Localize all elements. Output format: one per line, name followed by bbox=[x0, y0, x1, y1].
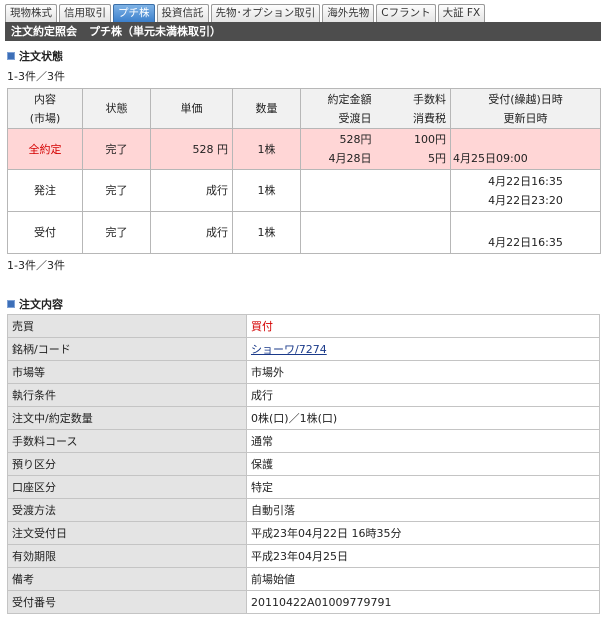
field-label: 備考 bbox=[7, 567, 247, 591]
field-value: 成行 bbox=[246, 383, 600, 407]
field-value: 平成23年04月22日 16時35分 bbox=[246, 521, 600, 545]
row-state: 完了 bbox=[82, 169, 151, 212]
tab-futures-options[interactable]: 先物･オプション取引 bbox=[210, 4, 321, 22]
field-label: 売買 bbox=[7, 314, 247, 338]
stock-link[interactable]: ショーワ/7274 bbox=[251, 343, 327, 356]
status-heading: 注文状態 bbox=[7, 48, 63, 64]
detail-row: 口座区分 特定 bbox=[7, 475, 600, 499]
row-amount-fee bbox=[300, 169, 451, 212]
detail-row: 注文中/約定数量 0株(口)／1株(口) bbox=[7, 406, 600, 430]
table-row: 発注 完了 成行 1株 4月22日16:35 4月22日23:20 bbox=[7, 169, 601, 212]
field-label: 注文中/約定数量 bbox=[7, 406, 247, 430]
tab-genbutsu[interactable]: 現物株式 bbox=[5, 4, 57, 22]
row-amount-fee: 528円 4月28日 100円 5円 bbox=[300, 128, 451, 170]
field-value: 自動引落 bbox=[246, 498, 600, 522]
header-price: 単価 bbox=[150, 88, 233, 129]
field-label: 口座区分 bbox=[7, 475, 247, 499]
header-datetime: 受付(繰越)日時 更新日時 bbox=[450, 88, 601, 129]
header-amount-fee: 約定金額 受渡日 手数料 消費税 bbox=[300, 88, 451, 129]
detail-row: 預り区分 保護 bbox=[7, 452, 600, 476]
field-label: 注文受付日 bbox=[7, 521, 247, 545]
order-heading: 注文内容 bbox=[7, 296, 63, 312]
square-bullet-icon bbox=[7, 52, 15, 60]
row-amount-fee bbox=[300, 211, 451, 254]
header-content: 内容 (市場) bbox=[7, 88, 83, 129]
field-value: 通常 bbox=[246, 429, 600, 453]
row-qty: 1株 bbox=[232, 128, 301, 170]
detail-row: 備考 前場始値 bbox=[7, 567, 600, 591]
order-heading-label: 注文内容 bbox=[19, 298, 63, 311]
detail-row: 市場等 市場外 bbox=[7, 360, 600, 384]
detail-row: 執行条件 成行 bbox=[7, 383, 600, 407]
field-label: 受付番号 bbox=[7, 590, 247, 614]
order-detail-table: 売買 買付 銘柄/コード ショーワ/7274 市場等 市場外 執行条件 成行 注文中/約… bbox=[7, 314, 600, 614]
detail-row: 売買 買付 bbox=[7, 314, 600, 338]
row-content: 発注 bbox=[7, 169, 83, 212]
header-state: 状態 bbox=[82, 88, 151, 129]
field-label: 預り区分 bbox=[7, 452, 247, 476]
status-count-top: 1-3件／3件 bbox=[7, 70, 65, 83]
field-value: 20110422A01009779791 bbox=[246, 590, 600, 614]
header-qty: 数量 bbox=[232, 88, 301, 129]
field-value: 特定 bbox=[246, 475, 600, 499]
row-qty: 1株 bbox=[232, 211, 301, 254]
field-label: 有効期限 bbox=[7, 544, 247, 568]
row-price: 528 円 bbox=[150, 128, 233, 170]
detail-row: 受付番号 20110422A01009779791 bbox=[7, 590, 600, 614]
row-price: 成行 bbox=[150, 169, 233, 212]
row-qty: 1株 bbox=[232, 169, 301, 212]
order-status-table: 内容 (市場) 状態 単価 数量 約定金額 受渡日 手数料 消費税 受付(繰越)日時更… bbox=[7, 88, 601, 254]
detail-row: 銘柄/コード ショーワ/7274 bbox=[7, 337, 600, 361]
row-datetime: 4月22日16:35 bbox=[450, 211, 601, 254]
field-label: 市場等 bbox=[7, 360, 247, 384]
tab-shinyo[interactable]: 信用取引 bbox=[59, 4, 111, 22]
status-count-bottom: 1-3件／3件 bbox=[7, 259, 65, 272]
field-label: 受渡方法 bbox=[7, 498, 247, 522]
page-subtitle: プチ株（単元未満株取引） bbox=[89, 25, 221, 38]
trade-type-value: 買付 bbox=[246, 314, 600, 338]
page-title: 注文約定照会 bbox=[11, 25, 77, 38]
field-value: 前場始値 bbox=[246, 567, 600, 591]
tab-puchikabu[interactable]: プチ株 bbox=[113, 4, 155, 22]
row-state: 完了 bbox=[82, 128, 151, 170]
square-bullet-icon bbox=[7, 300, 15, 308]
table-row: 受付 完了 成行 1株 4月22日16:35 bbox=[7, 211, 601, 254]
detail-row: 注文受付日 平成23年04月22日 16時35分 bbox=[7, 521, 600, 545]
field-value: 0株(口)／1株(口) bbox=[246, 406, 600, 430]
tab-osaka-fx[interactable]: 大証 FX bbox=[437, 4, 486, 22]
status-header-row: 内容 (市場) 状態 単価 数量 約定金額 受渡日 手数料 消費税 受付(繰越)日時更… bbox=[7, 88, 601, 129]
tab-cfd[interactable]: Cフラント bbox=[376, 4, 436, 22]
table-row: 全約定 完了 528 円 1株 528円 4月28日 100円 5円 4月25日09… bbox=[7, 128, 601, 170]
detail-row: 受渡方法 自動引落 bbox=[7, 498, 600, 522]
row-datetime: 4月22日16:35 4月22日23:20 bbox=[450, 169, 601, 212]
field-value: 保護 bbox=[246, 452, 600, 476]
row-datetime: 4月25日09:00 bbox=[450, 128, 601, 170]
detail-row: 手数料コース 通常 bbox=[7, 429, 600, 453]
field-label: 銘柄/コード bbox=[7, 337, 247, 361]
tab-toushin[interactable]: 投資信託 bbox=[156, 4, 209, 22]
page-title-bar: 注文約定照会 プチ株（単元未満株取引） bbox=[5, 22, 601, 41]
row-state: 完了 bbox=[82, 211, 151, 254]
detail-row: 有効期限 平成23年04月25日 bbox=[7, 544, 600, 568]
product-tab-bar: 現物株式 信用取引 プチ株 投資信託 先物･オプション取引 海外先物 Cフラント… bbox=[5, 4, 486, 22]
row-content: 全約定 bbox=[7, 128, 83, 170]
field-label: 執行条件 bbox=[7, 383, 247, 407]
field-label: 手数料コース bbox=[7, 429, 247, 453]
tab-overseas-futures[interactable]: 海外先物 bbox=[322, 4, 375, 22]
field-value: 平成23年04月25日 bbox=[246, 544, 600, 568]
row-price: 成行 bbox=[150, 211, 233, 254]
row-content: 受付 bbox=[7, 211, 83, 254]
field-value: 市場外 bbox=[246, 360, 600, 384]
status-heading-label: 注文状態 bbox=[19, 50, 63, 63]
